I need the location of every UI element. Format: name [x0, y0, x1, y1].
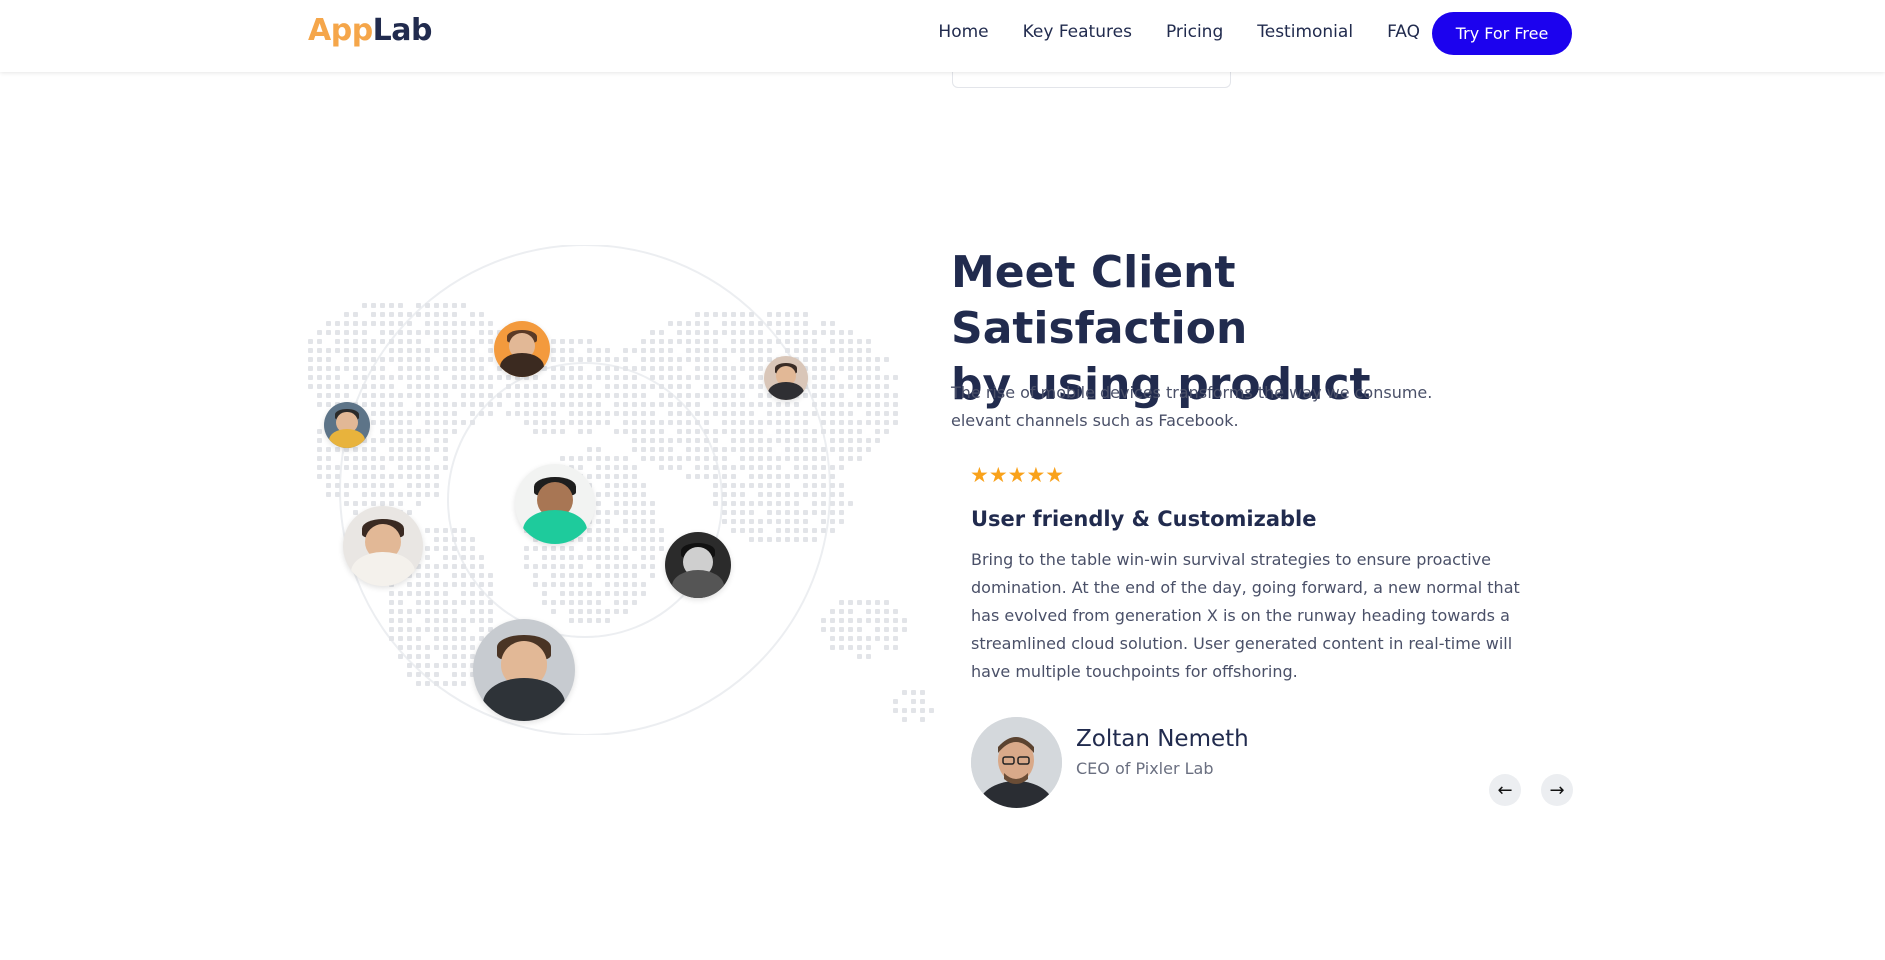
nav-home[interactable]: Home — [938, 22, 988, 42]
main-nav: Home Key Features Pricing Testimonial FA… — [938, 22, 1420, 42]
site-header: AppLab Home Key Features Pricing Testimo… — [0, 0, 1885, 72]
testimonial-title: User friendly & Customizable — [971, 507, 1317, 531]
author-role: CEO of Pixler Lab — [1076, 759, 1214, 778]
client-avatar — [473, 619, 575, 721]
logo[interactable]: AppLab — [308, 13, 433, 48]
nav-testimonial[interactable]: Testimonial — [1257, 22, 1353, 42]
arrow-right-icon[interactable]: → — [1541, 774, 1573, 806]
nav-key-features[interactable]: Key Features — [1023, 22, 1132, 42]
world-map-dots — [308, 245, 934, 735]
testimonial-text: Bring to the table win-win survival stra… — [971, 550, 1520, 681]
section-title-line-1: Meet Client Satisfaction — [951, 247, 1248, 354]
rating-stars-icon: ★★★★★ — [970, 463, 1065, 487]
client-avatar — [343, 506, 423, 586]
client-avatar — [515, 464, 595, 544]
client-avatar — [764, 356, 808, 400]
section-description-line-1: The rise of mobile devices transforms th… — [951, 383, 1433, 402]
section-description: The rise of mobile devices transforms th… — [951, 379, 1471, 435]
author-avatar — [971, 717, 1062, 808]
author-avatar-image — [971, 717, 1062, 808]
client-avatar — [665, 532, 731, 598]
world-map-illustration — [290, 245, 940, 735]
author-name: Zoltan Nemeth — [1076, 726, 1249, 752]
arrow-left-icon[interactable]: ← — [1489, 774, 1521, 806]
section-description-line-2: elevant channels such as Facebook. — [951, 411, 1239, 430]
try-for-free-button[interactable]: Try For Free — [1432, 12, 1572, 55]
nav-faq[interactable]: FAQ — [1387, 22, 1420, 42]
nav-pricing[interactable]: Pricing — [1166, 22, 1223, 42]
client-avatar — [324, 402, 370, 448]
client-avatar — [494, 321, 550, 377]
logo-lab-text: Lab — [372, 13, 433, 48]
logo-app-text: App — [308, 13, 373, 48]
